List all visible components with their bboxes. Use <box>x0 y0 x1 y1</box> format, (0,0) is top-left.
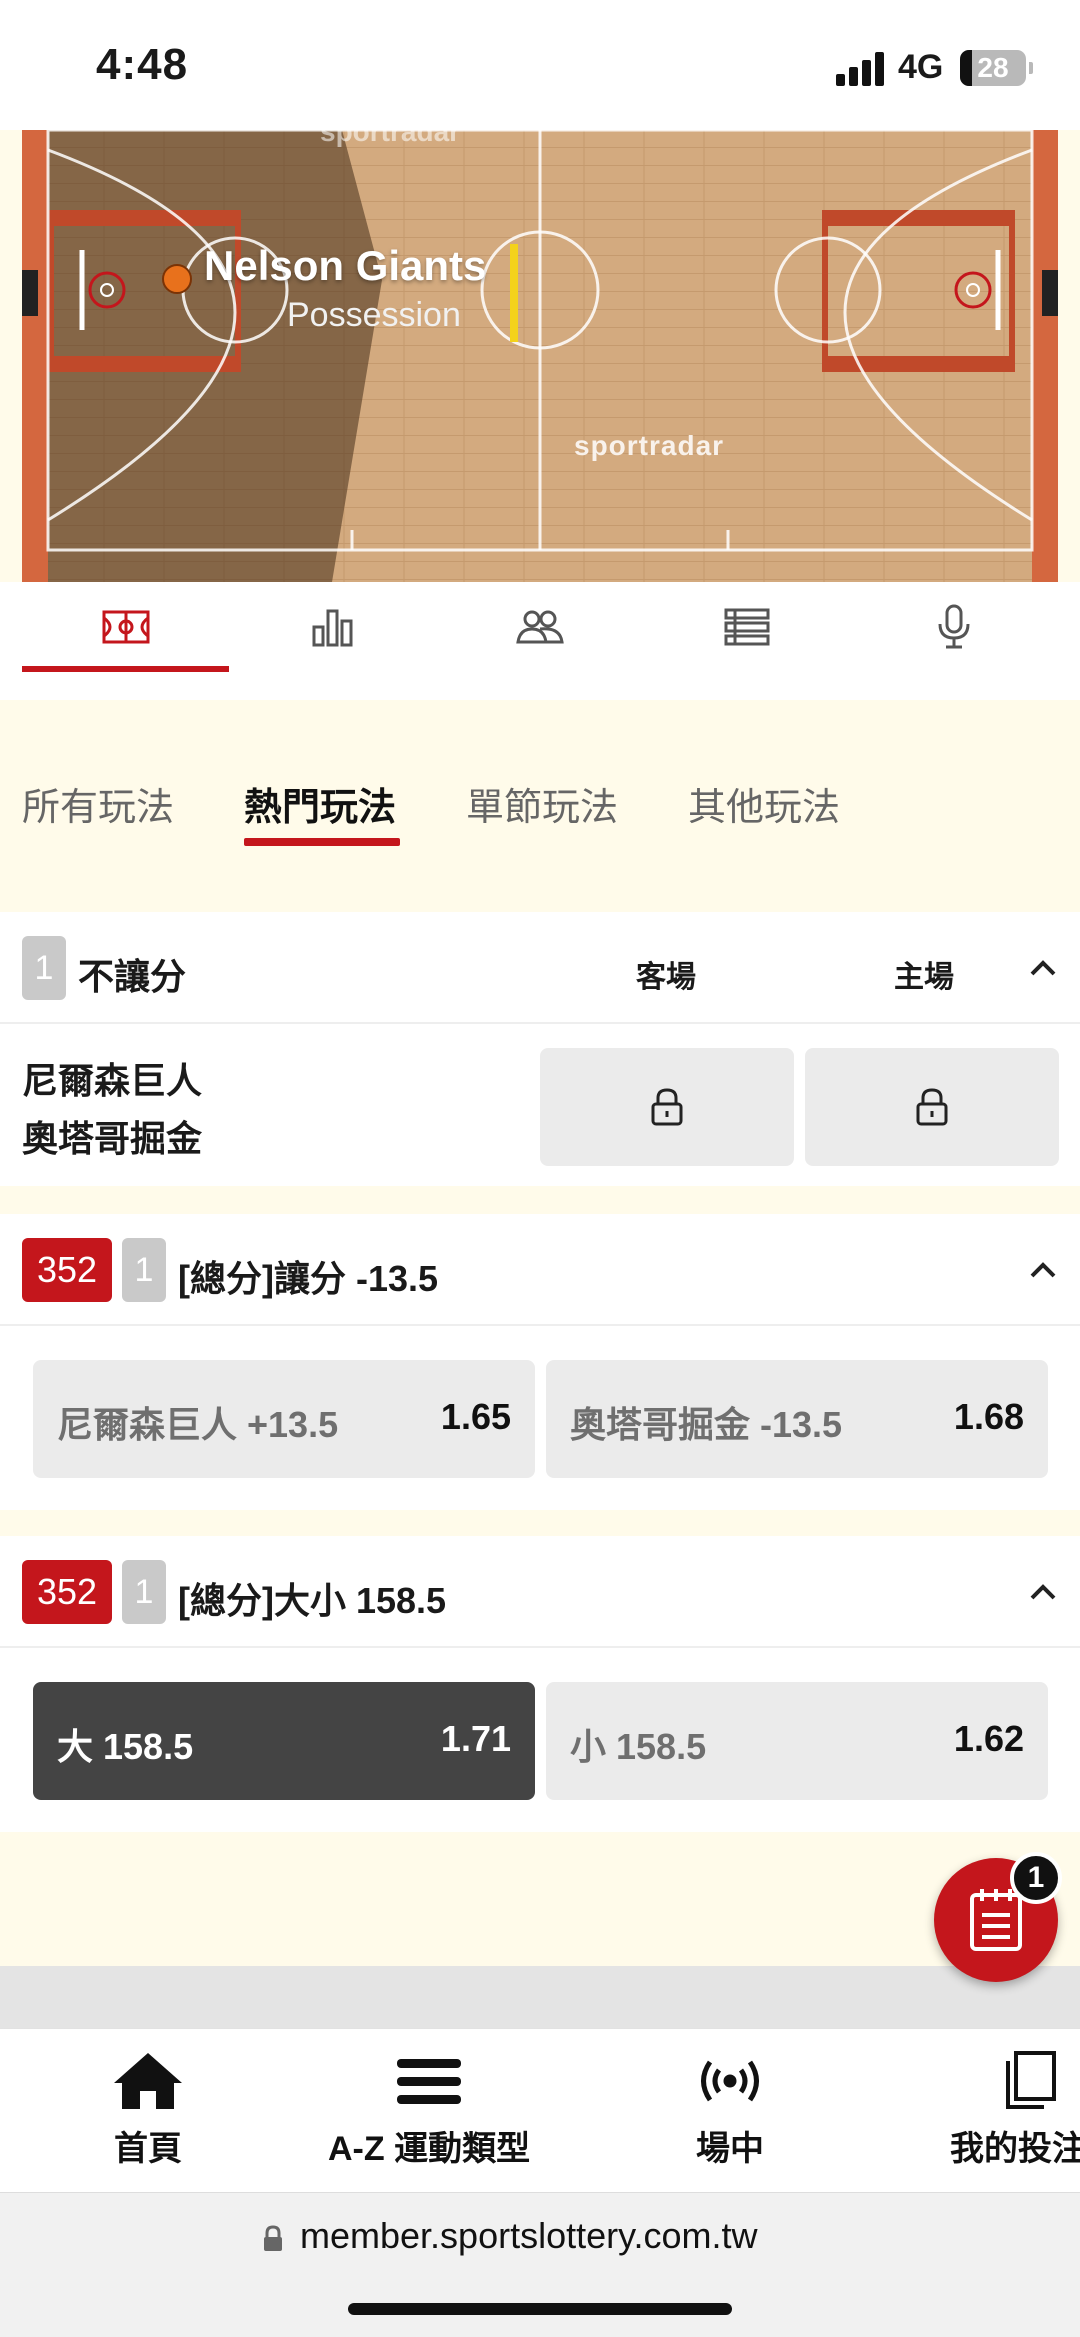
tab-stats[interactable] <box>229 582 436 672</box>
market-card-total: 352 1 [總分]大小 158.5 大 158.5 1.71 小 158.5 … <box>0 1536 1080 1832</box>
market-code-badge: 352 <box>22 1560 112 1624</box>
bet-type-tabs: 所有玩法 熱門玩法 單節玩法 其他玩法 <box>0 760 1080 870</box>
odds-away-locked[interactable] <box>540 1048 794 1166</box>
chevron-up-icon[interactable] <box>1026 952 1060 986</box>
odds-button-away-handicap[interactable]: 尼爾森巨人 +13.5 1.65 <box>33 1360 535 1478</box>
signal-icon <box>836 52 886 86</box>
market-header[interactable]: 352 1 [總分]讓分 -13.5 <box>0 1214 1080 1326</box>
odds-value: 1.62 <box>953 1718 1024 1759</box>
market-count-badge: 1 <box>122 1238 166 1302</box>
market-header[interactable]: 1 不讓分 客場 主場 <box>0 912 1080 1024</box>
bottom-navigation: 首頁 A-Z 運動類型 場中 我的投注 <box>0 2028 1080 2192</box>
odds-button-under[interactable]: 小 158.5 1.62 <box>546 1682 1048 1800</box>
browser-url-bar[interactable]: member.sportslottery.com.tw <box>0 2192 1080 2337</box>
tab-all-bets[interactable]: 所有玩法 <box>22 776 174 831</box>
microphone-icon <box>938 604 970 649</box>
url-text[interactable]: member.sportslottery.com.tw <box>300 2215 757 2257</box>
market-card-moneyline: 1 不讓分 客場 主場 尼爾森巨人 奧塔哥掘金 <box>0 912 1080 1186</box>
tracker-tool-tabs <box>22 582 1058 672</box>
court-icon <box>102 610 150 644</box>
home-icon <box>114 2053 182 2109</box>
possession-team: Nelson Giants <box>204 242 487 289</box>
documents-icon <box>1006 2051 1056 2109</box>
nav-label: 我的投注 <box>950 2130 1080 2168</box>
nav-label: A-Z 運動類型 <box>328 2130 531 2168</box>
market-title: [總分]讓分 -13.5 <box>178 1258 439 1299</box>
tab-other-bets[interactable]: 其他玩法 <box>688 776 840 831</box>
menu-icon <box>397 2059 462 2104</box>
network-type: 4G <box>898 48 944 86</box>
market-count-badge: 1 <box>22 936 66 1000</box>
stats-icon <box>312 609 353 647</box>
possession-label: Possession <box>287 296 461 334</box>
team-away-name: 尼爾森巨人 <box>22 1060 203 1101</box>
home-indicator <box>348 2303 732 2315</box>
match-tracker-court[interactable]: sportradar sportradar Nelson Giants Poss… <box>22 130 1058 582</box>
nav-home[interactable]: 首頁 <box>112 2051 184 2170</box>
tab-list[interactable] <box>644 582 851 672</box>
nav-my-bets[interactable]: 我的投注 <box>950 2051 1080 2170</box>
odds-label: 大 158.5 <box>57 1726 194 1767</box>
odds-value: 1.71 <box>440 1718 511 1759</box>
tab-commentary[interactable] <box>851 582 1058 672</box>
team-home-name: 奧塔哥掘金 <box>22 1118 203 1159</box>
tab-quarter-bets[interactable]: 單節玩法 <box>466 776 618 831</box>
battery-level: 28 <box>977 52 1009 83</box>
odds-label: 奧塔哥掘金 -13.5 <box>570 1404 843 1445</box>
basketball-icon <box>162 264 192 294</box>
odds-button-over[interactable]: 大 158.5 1.71 <box>33 1682 535 1800</box>
chevron-up-icon[interactable] <box>1026 1576 1060 1610</box>
market-card-handicap: 352 1 [總分]讓分 -13.5 尼爾森巨人 +13.5 1.65 奧塔哥掘… <box>0 1214 1080 1510</box>
market-header[interactable]: 352 1 [總分]大小 158.5 <box>0 1536 1080 1648</box>
list-icon <box>724 608 770 646</box>
bet-slip-count: 1 <box>1010 1852 1062 1904</box>
lock-icon <box>916 1088 948 1126</box>
market-title: [總分]大小 158.5 <box>178 1580 447 1621</box>
chevron-up-icon[interactable] <box>1026 1254 1060 1288</box>
bet-slip-icon <box>970 1889 1022 1951</box>
odds-value: 1.65 <box>440 1396 511 1437</box>
tab-players[interactable] <box>436 582 643 672</box>
watermark-logo: sportradar <box>574 430 725 461</box>
active-tab-indicator <box>244 838 400 846</box>
nav-label: 首頁 <box>114 2130 182 2168</box>
basketball-court-graphic <box>22 130 1058 582</box>
battery-icon: 28 <box>960 50 1033 86</box>
players-icon <box>516 610 564 644</box>
column-away: 客場 <box>636 961 696 994</box>
tab-popular-bets[interactable]: 熱門玩法 <box>244 776 396 831</box>
content-divider <box>0 1966 1080 2028</box>
status-bar: 4:48 4G 28 <box>0 0 1080 130</box>
watermark-top: sportradar <box>320 130 461 147</box>
status-time: 4:48 <box>96 40 189 89</box>
market-title: 不讓分 <box>78 956 187 997</box>
odds-value: 1.68 <box>953 1396 1024 1437</box>
nav-sports-az[interactable]: A-Z 運動類型 <box>328 2051 530 2170</box>
nav-live[interactable]: 場中 <box>696 2051 764 2170</box>
odds-label: 小 158.5 <box>570 1726 707 1767</box>
live-broadcast-icon <box>701 2060 759 2102</box>
lock-icon <box>264 2225 282 2251</box>
market-code-badge: 352 <box>22 1238 112 1302</box>
lock-icon <box>651 1088 683 1126</box>
tab-court[interactable] <box>22 582 230 672</box>
odds-button-home-handicap[interactable]: 奧塔哥掘金 -13.5 1.68 <box>546 1360 1048 1478</box>
odds-home-locked[interactable] <box>805 1048 1059 1166</box>
odds-label: 尼爾森巨人 +13.5 <box>57 1404 339 1445</box>
nav-label: 場中 <box>696 2130 764 2168</box>
column-home: 主場 <box>894 961 954 994</box>
market-count-badge: 1 <box>122 1560 166 1624</box>
